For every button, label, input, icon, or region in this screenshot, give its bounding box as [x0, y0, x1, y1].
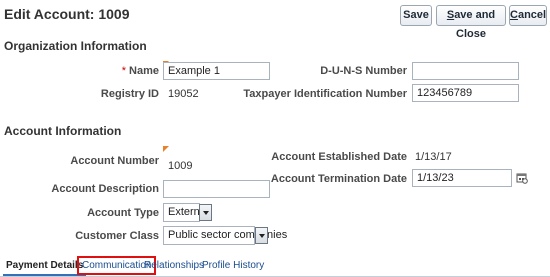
duns-number-field[interactable] — [412, 62, 519, 80]
taxpayer-id-field[interactable]: 123456789 — [412, 84, 519, 102]
registry-id-value: 19052 — [168, 88, 199, 100]
registry-id-label: Registry ID — [100, 88, 159, 100]
tab-relationships[interactable]: Relationships — [141, 256, 207, 275]
account-number-label: Account Number — [70, 155, 159, 167]
account-termination-date-label: Account Termination Date — [270, 173, 407, 185]
account-number-value: 1009 — [168, 160, 193, 172]
tab-payment-details[interactable]: Payment Details — [3, 256, 87, 276]
cancel-mnemonic: C — [510, 9, 518, 21]
account-type-select[interactable]: External — [163, 203, 208, 222]
save-and-close-button[interactable]: Save and Close — [436, 5, 506, 40]
calendar-icon[interactable] — [516, 172, 528, 184]
customer-class-label: Customer Class — [75, 230, 159, 242]
detail-tabs: Payment Details Communication Relationsh… — [0, 251, 550, 277]
customer-class-select[interactable]: Public sector companies — [163, 226, 287, 245]
required-indicator: * — [121, 65, 127, 77]
save-button[interactable]: Save — [400, 5, 432, 26]
cancel-label: ancel — [517, 9, 547, 21]
chevron-down-icon[interactable] — [255, 227, 268, 244]
tab-profile-history[interactable]: Profile History — [199, 256, 267, 275]
name-label: * Name — [122, 65, 159, 77]
change-indicator-icon — [163, 146, 169, 152]
account-established-date-label: Account Established Date — [271, 151, 407, 163]
account-section-title: Account Information — [4, 124, 122, 138]
organization-section-title: Organization Information — [4, 39, 147, 53]
duns-number-label: D-U-N-S Number — [320, 65, 407, 77]
chevron-down-icon[interactable] — [199, 204, 212, 221]
name-field[interactable]: Example 1 — [163, 62, 270, 80]
account-established-date-value: 1/13/17 — [415, 151, 452, 163]
account-type-label: Account Type — [87, 207, 159, 219]
cancel-button[interactable]: Cancel — [509, 5, 547, 26]
name-label-text: Name — [129, 65, 159, 77]
account-description-field[interactable] — [163, 180, 270, 198]
account-termination-date-field[interactable]: 1/13/23 — [412, 169, 512, 187]
taxpayer-id-label: Taxpayer Identification Number — [243, 88, 407, 100]
page-title: Edit Account: 1009 — [4, 6, 130, 22]
save-and-close-label: ave and Close — [454, 9, 496, 40]
account-description-label: Account Description — [51, 183, 159, 195]
